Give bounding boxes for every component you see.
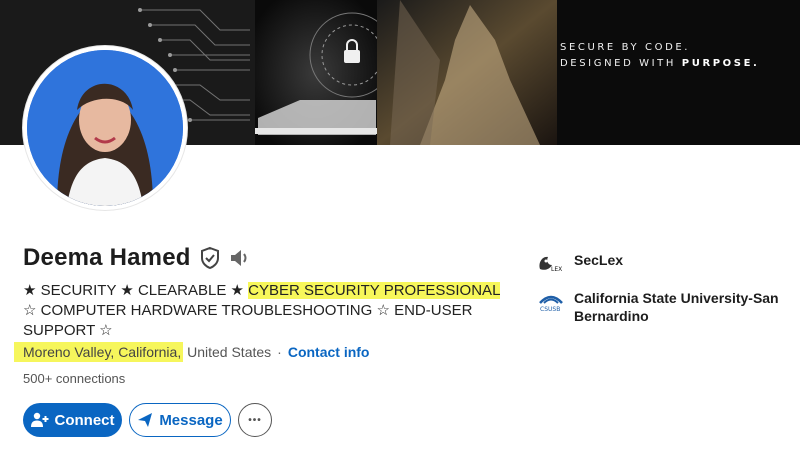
headline-highlight: CYBER SECURITY PROFESSIONAL	[248, 282, 500, 299]
connections-count: 500+ connections	[23, 371, 126, 386]
add-person-icon	[30, 412, 48, 427]
message-label: Message	[159, 411, 223, 429]
current-company[interactable]: LEX SecLex	[536, 251, 623, 277]
school-name: California State University-San Bernardi…	[574, 290, 779, 324]
name-row: Deema Hamed	[23, 244, 251, 272]
seclex-logo-icon: LEX	[539, 256, 562, 273]
headline-part-1: ★ SECURITY ★ CLEARABLE ★	[23, 282, 249, 299]
location-highlight: Moreno Valley, California,	[14, 342, 184, 362]
company-name: SecLex	[574, 252, 624, 268]
pronunciation-speaker-icon[interactable]	[229, 248, 251, 268]
headline-part-2: ☆ COMPUTER HARDWARE TROUBLESHOOTING ☆ EN…	[23, 302, 473, 339]
connect-button[interactable]: Connect	[23, 403, 122, 437]
contact-info-link[interactable]: Contact info	[288, 344, 370, 360]
tagline-prefix: DESIGNED WITH	[560, 58, 682, 69]
profile-headline: ★ SECURITY ★ CLEARABLE ★ CYBER SECURITY …	[23, 281, 513, 341]
message-button[interactable]: Message	[129, 403, 231, 437]
tagline-bold: PURPOSE.	[681, 58, 760, 69]
csusb-logo-text: CSUSB	[540, 306, 560, 313]
tagline-line-2: DESIGNED WITH PURPOSE.	[560, 56, 759, 72]
more-options-button[interactable]: •••	[238, 403, 272, 437]
avatar-photo	[27, 50, 183, 206]
connect-label: Connect	[54, 411, 115, 429]
avatar[interactable]	[27, 50, 183, 206]
profile-name: Deema Hamed	[23, 244, 191, 271]
seclex-logo-text: LEX	[551, 266, 562, 273]
profile-location: Moreno Valley, California, United States…	[14, 342, 370, 362]
education-school[interactable]: CSUSB California State University-San Be…	[536, 289, 784, 325]
banner-tagline: SECURE BY CODE. DESIGNED WITH PURPOSE.	[560, 40, 759, 72]
csusb-logo-icon: CSUSB	[539, 295, 563, 313]
location-country: United States	[183, 344, 272, 360]
verified-shield-icon[interactable]	[199, 246, 221, 270]
location-separator: ·	[277, 344, 282, 360]
send-icon	[138, 413, 153, 427]
tagline-line-1: SECURE BY CODE.	[560, 42, 691, 53]
more-dots-icon: •••	[248, 414, 262, 426]
